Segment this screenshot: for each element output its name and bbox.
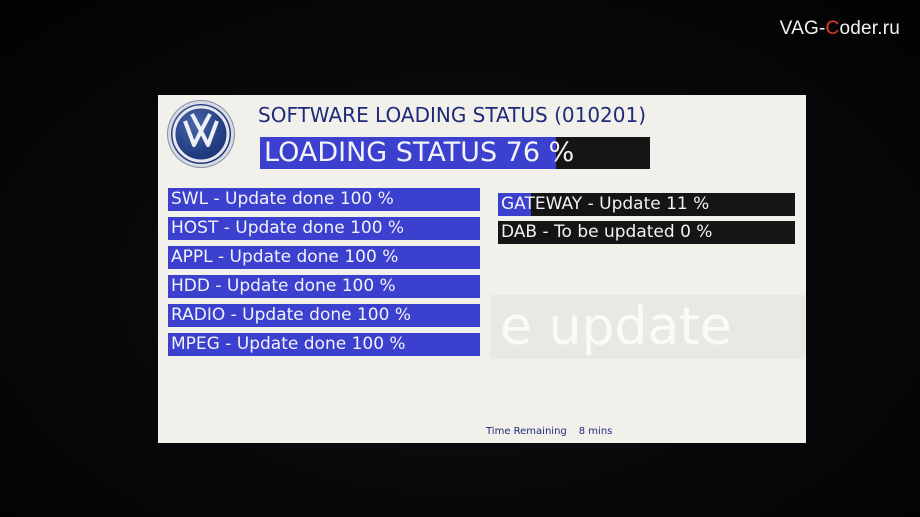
module-status-row: HDD - Update done 100 % [168,275,480,298]
module-status-label: APPL - Update done 100 % [171,247,399,267]
module-status-label: DAB - To be updated 0 % [501,222,713,242]
module-status-row: SWL - Update done 100 % [168,188,480,211]
module-status-label: HOST - Update done 100 % [171,218,405,238]
watermark: VAG-Coder.ru [780,18,900,40]
time-remaining-value: 8 mins [578,426,613,437]
module-status-label: HDD - Update done 100 % [171,276,396,296]
module-status-row: GATEWAY - Update 11 % [498,193,795,216]
module-status-label: RADIO - Update done 100 % [171,305,411,325]
page-title: SOFTWARE LOADING STATUS (010201) [258,103,647,127]
watermark-suffix: oder.ru [839,18,900,39]
module-status-row: DAB - To be updated 0 % [498,221,795,244]
watermark-accent: C [825,18,840,39]
module-status-label: GATEWAY - Update 11 % [501,194,710,214]
module-status-row: HOST - Update done 100 % [168,217,480,240]
background-ghost-text: e update [490,295,806,359]
module-status-label: MPEG - Update done 100 % [171,334,406,354]
time-remaining-label: Time Remaining [486,426,567,437]
time-remaining: Time Remaining 8 mins [486,426,612,437]
module-status-row: RADIO - Update done 100 % [168,304,480,327]
loading-screen: SOFTWARE LOADING STATUS (010201) LOADING… [158,95,806,443]
overall-status-text: LOADING STATUS 76 % [264,137,575,168]
overall-progress-bar: LOADING STATUS 76 % [260,137,650,169]
module-list-right: GATEWAY - Update 11 % DAB - To be updated… [498,193,795,249]
module-status-row: APPL - Update done 100 % [168,246,480,269]
watermark-prefix: VAG- [779,18,826,39]
module-status-row: MPEG - Update done 100 % [168,333,480,356]
volkswagen-logo-icon [168,101,234,167]
module-status-label: SWL - Update done 100 % [171,189,394,209]
module-list-left: SWL - Update done 100 % HOST - Update don… [168,188,480,362]
